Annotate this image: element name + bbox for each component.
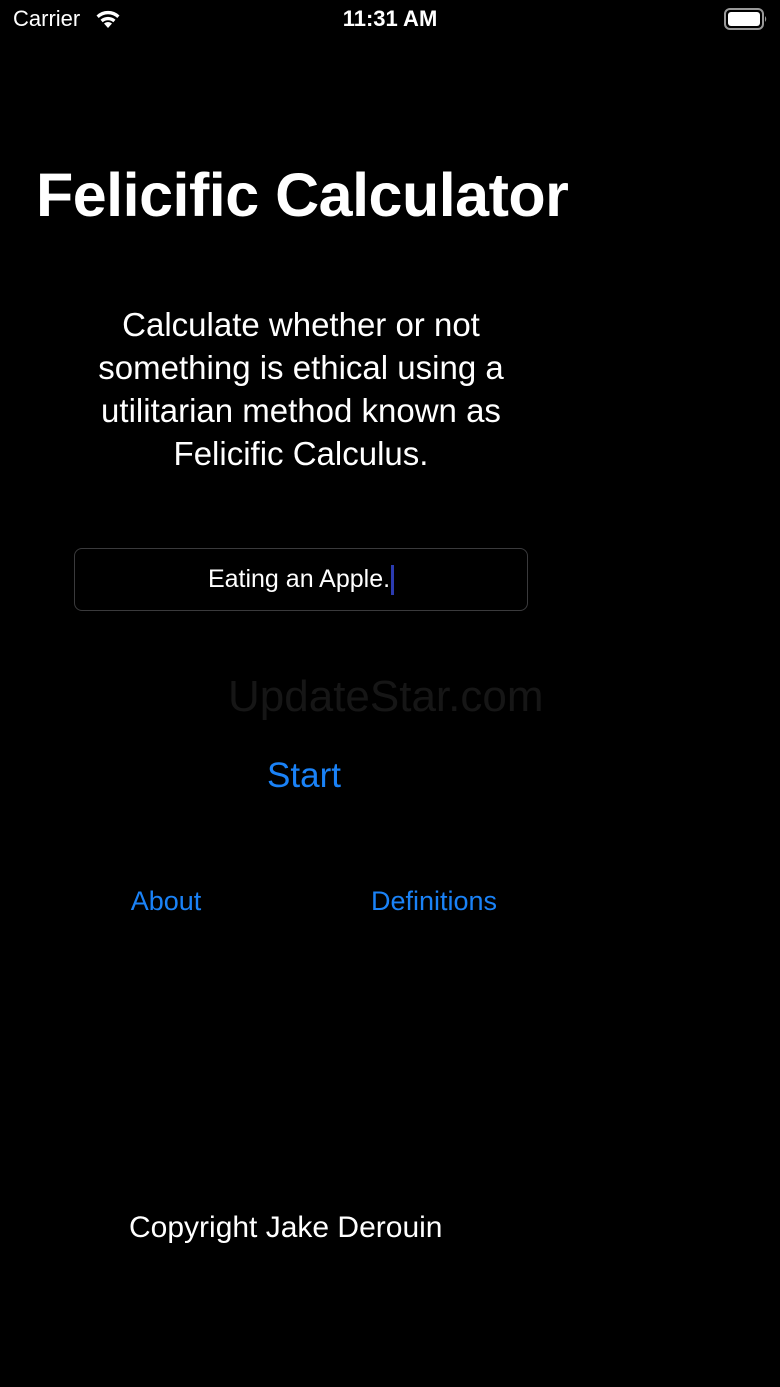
status-time: 11:31 AM [342,6,438,31]
start-button[interactable]: Start [204,756,404,796]
status-bar: Carrier 11:31 AM [0,0,780,40]
action-input-value[interactable]: Eating an Apple. [208,565,390,594]
battery-full-icon [724,8,767,30]
definitions-button[interactable]: Definitions [344,886,524,917]
action-input-field[interactable]: Eating an Apple. [74,548,528,611]
watermark-text: UpdateStar.com [228,672,544,721]
app-description: Calculate whether or not something is et… [98,306,504,472]
text-caret [391,564,395,595]
page-title: Felicific Calculator [36,161,569,229]
about-button[interactable]: About [106,886,226,917]
copyright-text: Copyright Jake Derouin [129,1211,443,1244]
